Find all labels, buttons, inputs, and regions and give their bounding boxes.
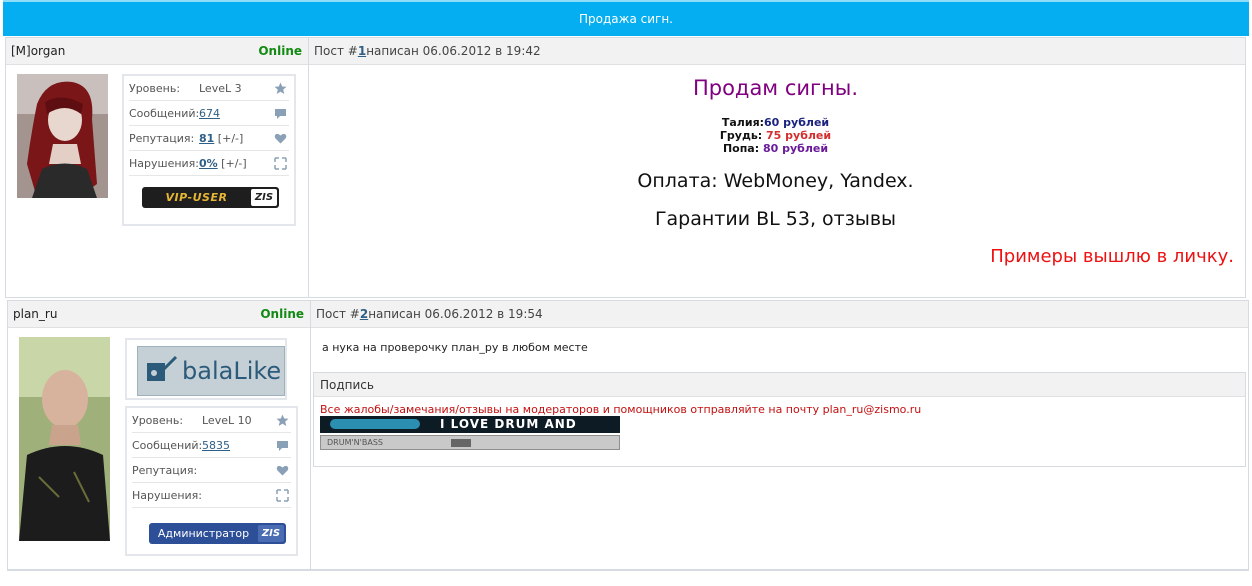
post-prefix: Пост # (316, 307, 360, 321)
guarantee-text: Гарантии BL 53, отзывы (654, 208, 897, 230)
post-header: Пост #2 написан 06.06.2012 в 19:54 (311, 301, 1248, 328)
reputation-label: Репутация: (129, 131, 195, 145)
star-icon (274, 82, 287, 94)
logo-text: balaLike (182, 357, 282, 385)
post-date: написан 06.06.2012 в 19:54 (368, 307, 543, 321)
username[interactable]: [M]organ (11, 44, 65, 58)
topic-title-bar: Продажа сигн. (3, 0, 1249, 36)
signature-text: Все жалобы/замечания/отзывы на модератор… (320, 403, 922, 416)
level-label: Уровень: (129, 81, 181, 95)
payment-text: Оплата: WebMoney, Yandex. (637, 170, 914, 192)
reputation-value-link[interactable]: 81 (199, 132, 214, 145)
messages-count-link[interactable]: 674 (199, 107, 220, 120)
messages-label: Сообщений: (132, 438, 203, 452)
badge-text: Администратор (157, 527, 250, 540)
post-2: plan_ru Online balaLike Уровень: LeveL 1… (7, 300, 1249, 570)
post-number-link[interactable]: 2 (360, 307, 368, 321)
username[interactable]: plan_ru (13, 307, 57, 321)
messages-row: Сообщений: 5835 (132, 433, 291, 458)
price-line-3: Попа: 80 рублей (722, 142, 829, 155)
violations-row: Нарушения: (132, 483, 291, 508)
guitar-icon (147, 355, 178, 381)
reputation-label: Репутация: (132, 463, 198, 477)
post-1: [M]organ Online Уровень: LeveL 3 Сообщен… (5, 37, 1246, 298)
post-header: Пост #1 написан 06.06.2012 в 19:42 (309, 38, 1245, 65)
comment-icon (277, 441, 288, 451)
level-label: Уровень: (132, 413, 184, 427)
post-text: а нука на проверочку план_ру в любом мес… (322, 341, 588, 354)
signature-block: Подпись Все жалобы/замечания/отзывы на м… (313, 372, 1246, 467)
violations-label: Нарушения: (132, 488, 203, 502)
heart-icon (274, 133, 287, 144)
online-status: Online (260, 307, 304, 321)
price-line-2: Грудь: 75 рублей (719, 129, 832, 142)
banner2-text: DRUM'N'BASS (327, 438, 383, 447)
profile-info-box: Уровень: LeveL 3 Сообщений: 674 Репутаци… (122, 74, 296, 226)
post-content: Пост #2 написан 06.06.2012 в 19:54 а нук… (311, 301, 1248, 569)
banner-text: I LOVE DRUM AND BASS (440, 417, 577, 433)
author-header: [M]organ Online (6, 38, 308, 65)
post-number-link[interactable]: 1 (358, 44, 366, 58)
online-status: Online (258, 44, 302, 58)
level-row: Уровень: LeveL 10 (132, 408, 291, 433)
price-line-1: Талия:60 рублей (721, 116, 830, 129)
badge-brand: ZIS (251, 189, 277, 206)
avatar[interactable] (19, 337, 110, 541)
violations-row: Нарушения: 0% [+/-] (129, 151, 289, 176)
messages-count-link[interactable]: 5835 (202, 439, 230, 452)
avatar[interactable] (17, 74, 108, 198)
violations-label: Нарушения: (129, 156, 200, 170)
violations-vote-link[interactable]: [+/-] (218, 157, 247, 170)
violations-value-link[interactable]: 0% (199, 157, 218, 170)
post-author-panel: [M]organ Online Уровень: LeveL 3 Сообщен… (6, 38, 309, 297)
level-value: LeveL 10 (202, 413, 252, 427)
post-content: Пост #1 написан 06.06.2012 в 19:42 Прода… (309, 38, 1245, 297)
level-value: LeveL 3 (199, 81, 242, 95)
reputation-vote-link[interactable]: [+/-] (214, 132, 244, 145)
post-prefix: Пост # (314, 44, 358, 58)
administrator-badge: Администратор ZIS (149, 523, 286, 544)
examples-text: Примеры вышлю в личку. (990, 246, 1234, 267)
star-icon (276, 414, 289, 426)
profile-info-box: Уровень: LeveL 10 Сообщений: 5835 Репута… (125, 406, 298, 556)
post-title: Продам сигны. (692, 76, 859, 100)
group-logo[interactable]: balaLike (125, 338, 287, 400)
badge-text: VIP-USER (165, 191, 228, 204)
badge-brand: ZIS (258, 525, 284, 542)
reputation-row: Репутация: (132, 458, 291, 483)
post-author-panel: plan_ru Online balaLike Уровень: LeveL 1… (8, 301, 311, 569)
author-header: plan_ru Online (8, 301, 310, 328)
reputation-row: Репутация: 81 [+/-] (129, 126, 289, 151)
messages-row: Сообщений: 674 (129, 101, 289, 126)
logo-image: balaLike (137, 346, 285, 396)
post-date: написан 06.06.2012 в 19:42 (366, 44, 541, 58)
messages-label: Сообщений: (129, 106, 200, 120)
expand-icon (274, 157, 287, 170)
heart-icon (276, 465, 289, 476)
vip-user-badge: VIP-USER ZIS (142, 187, 279, 208)
expand-icon (276, 489, 289, 502)
topic-title: Продажа сигн. (579, 12, 673, 26)
comment-icon (275, 109, 286, 119)
signature-banner-dnb[interactable]: I LOVE DRUM AND BASS (320, 416, 620, 433)
level-row: Уровень: LeveL 3 (129, 76, 289, 101)
signature-banner-2[interactable]: DRUM'N'BASS (320, 435, 620, 450)
divider (7, 570, 1249, 571)
signature-title: Подпись (314, 373, 1245, 397)
